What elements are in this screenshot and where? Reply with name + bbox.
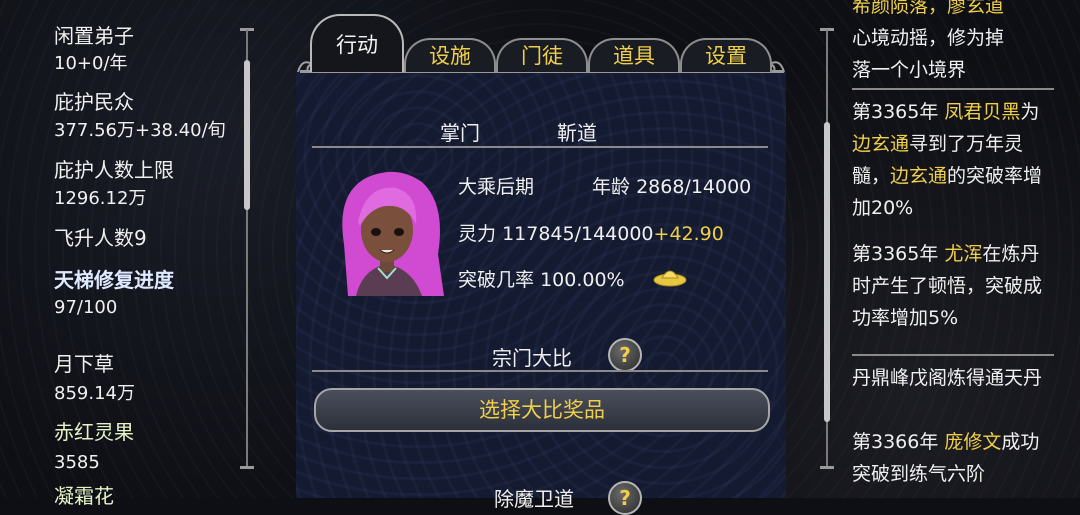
leader-header-divider [312,146,768,148]
stat-idle-disciples-label: 闲置弟子 [54,24,134,48]
stat-ascended: 飞升人数9 [54,226,147,250]
tab-facilities[interactable]: 设施 [404,38,496,72]
leader-breakthrough: 突破几率 100.00% [458,269,625,291]
leader-title-label: 掌门 [440,121,480,145]
tournament-help-icon[interactable]: ? [608,338,642,372]
log-entry: 第3366年 庞修文成功突破到练气六阶 [852,431,1040,485]
stat-protected-people-value: 377.56万+38.40/旬 [54,120,226,141]
right-scroll-cap-bottom [820,466,834,469]
right-scroll-thumb[interactable] [824,122,830,422]
breakthrough-pill-icon[interactable] [652,264,688,290]
choose-tournament-reward-button[interactable]: 选择大比奖品 [314,388,770,432]
stat-ladder-repair-value: 97/100 [54,297,118,318]
leader-realm: 大乘后期 [458,176,535,198]
log-divider [852,354,1054,356]
stat-ladder-repair-label[interactable]: 天梯修复进度 [54,268,174,292]
stat-item1-label: 月下草 [54,352,114,376]
stat-protected-people-label: 庇护民众 [54,90,134,114]
stat-protect-limit-label: 庇护人数上限 [54,158,174,182]
stat-item3-label: 凝霜花 [54,484,114,508]
event-log-panel[interactable]: 希颜陨落，廖玄道 心境动摇，修为掉 落一个小境界 第3365年 凤君贝黑为边玄通… [820,0,1080,498]
left-scroll-thumb[interactable] [244,60,250,210]
log-entry: 第3365年 尤浑在炼丹时产生了顿悟，突破成功率增加5% [852,243,1043,329]
leader-avatar[interactable] [326,164,448,296]
sect-stats-panel[interactable]: 闲置弟子 10+0/年 庇护民众 377.56万+38.40/旬 庇护人数上限 … [0,0,254,508]
tournament-divider [312,370,768,372]
leader-name[interactable]: 靳道 [557,117,597,146]
log-entry: 丹鼎峰戊阁炼得通天丹 [852,367,1043,389]
next-section-help-icon[interactable]: ? [608,481,642,515]
tab-disciples[interactable]: 门徒 [496,38,588,72]
stat-idle-disciples-value: 10+0/年 [54,53,128,74]
stat-item2-value: 3585 [54,452,100,473]
tab-settings[interactable]: 设置 [680,38,772,72]
stat-item1-value: 859.14万 [54,383,135,404]
log-divider [852,88,1054,90]
tab-action[interactable]: 行动 [310,14,404,72]
leader-spirit: 灵力 117845/144000+42.90 [458,223,724,245]
stat-cutoff-top [54,0,60,12]
tab-items[interactable]: 道具 [588,38,680,72]
left-scroll-cap-bottom [240,466,254,469]
tournament-title: 宗门大比 [492,346,572,370]
leader-age: 年龄 2868/14000 [592,176,752,198]
stat-item2-label: 赤红灵果 [54,420,134,444]
log-entry: 第3365年 凤君贝黑为边玄通寻到了万年灵髓，边玄通的突破率增加20% [852,101,1043,219]
log-entry-partial: 希颜陨落，廖玄道 心境动摇，修为掉 落一个小境界 [852,0,1005,81]
stat-protect-limit-value: 1296.12万 [54,188,147,209]
